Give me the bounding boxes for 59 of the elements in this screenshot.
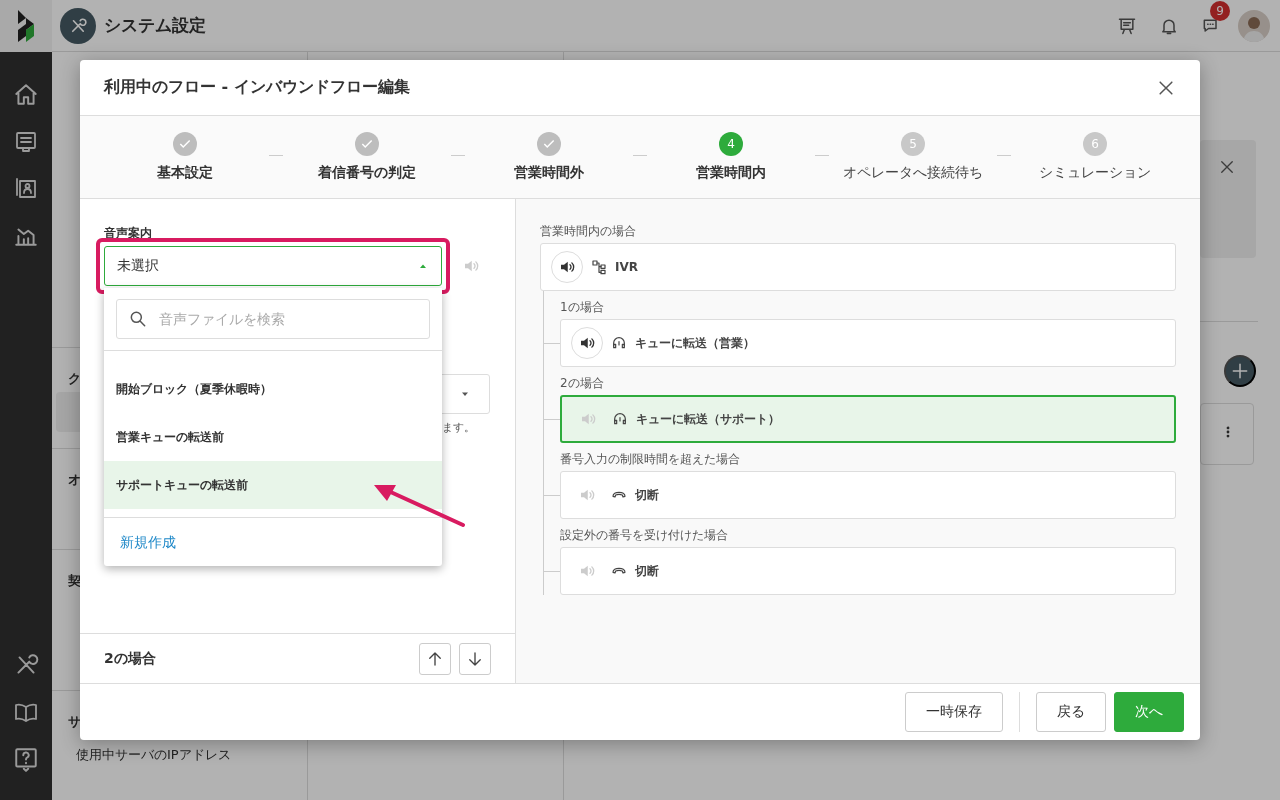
speaker-button[interactable] [551, 251, 583, 283]
step-label: シミュレーション [1039, 164, 1151, 182]
section-title: 2の場合 [104, 649, 157, 668]
node-label: 切断 [635, 562, 659, 580]
step-label: 基本設定 [157, 164, 213, 182]
section-heading: ク [68, 371, 81, 386]
home-icon [13, 82, 39, 108]
step-number: 4 [719, 132, 743, 156]
tools-icon [60, 7, 96, 44]
contact-icon [14, 176, 38, 200]
dropdown-option[interactable]: 開始ブロック（夏季休暇時） [104, 365, 442, 413]
section-heading: オ [68, 472, 81, 487]
avatar[interactable] [1238, 9, 1270, 42]
section-heading: サ [68, 714, 81, 729]
flow-node[interactable]: IVR [540, 243, 1176, 291]
move-down-button[interactable] [459, 642, 491, 675]
help-text: ます。 [441, 420, 476, 435]
audio-select[interactable]: 未選択 [104, 246, 442, 286]
branch-condition: 設定外の番号を受け付けた場合 [560, 527, 729, 544]
search-field[interactable]: 音声ファイルを検索 [116, 299, 430, 339]
page-title: システム設定 [104, 14, 206, 37]
flow-node[interactable]: 切断 [560, 547, 1176, 595]
headset-icon [611, 335, 627, 351]
step-label: 着信番号の判定 [318, 164, 416, 182]
branch-condition: 1の場合 [560, 299, 605, 316]
create-link[interactable]: 新規作成 [104, 518, 442, 566]
speaker-button[interactable] [571, 327, 603, 359]
plus-icon [1230, 361, 1250, 381]
sidebar-item[interactable]: 使用中サーバのIPアドレス [76, 746, 231, 764]
step-label: オペレータへ接続待ち [843, 164, 983, 182]
arrow-up-icon [426, 649, 444, 668]
node-label: 切断 [635, 486, 659, 504]
arrow-down-icon [466, 649, 484, 668]
headset-icon [612, 411, 628, 427]
branch-condition: 番号入力の制限時間を超えた場合 [560, 451, 741, 468]
branch-icon [591, 259, 607, 275]
dialog-title: 利用中のフロー - インバウンドフロー編集 [104, 77, 411, 98]
step-label: 営業時間外 [514, 164, 584, 182]
footer-button[interactable]: 一時保存 [905, 692, 1003, 732]
branch-condition: 2の場合 [560, 375, 605, 392]
flow-node[interactable]: 切断 [560, 471, 1176, 519]
flow-node[interactable]: キューに転送（サポート） [560, 395, 1176, 443]
step-label: 営業時間内 [696, 164, 766, 182]
flow-node[interactable]: キューに転送（営業） [560, 319, 1176, 367]
node-label: IVR [615, 260, 638, 274]
help-icon [13, 746, 39, 772]
node-label: キューに転送（営業） [635, 334, 755, 352]
footer-button[interactable]: 戻る [1036, 692, 1106, 732]
dropdown-option[interactable]: 営業キューの転送前 [104, 413, 442, 461]
node-label: キューに転送（サポート） [636, 410, 780, 428]
add-button[interactable] [1224, 355, 1256, 387]
section-heading: 契 [68, 573, 81, 588]
close-icon [1218, 158, 1236, 176]
list-icon [14, 130, 38, 154]
logo-icon[interactable] [0, 0, 52, 52]
notification-badge: 9 [1210, 0, 1230, 21]
move-up-button[interactable] [419, 642, 451, 675]
flow-heading: 営業時間内の場合 [540, 223, 637, 240]
dropdown-option[interactable]: サポートキューの転送前 [104, 461, 442, 509]
